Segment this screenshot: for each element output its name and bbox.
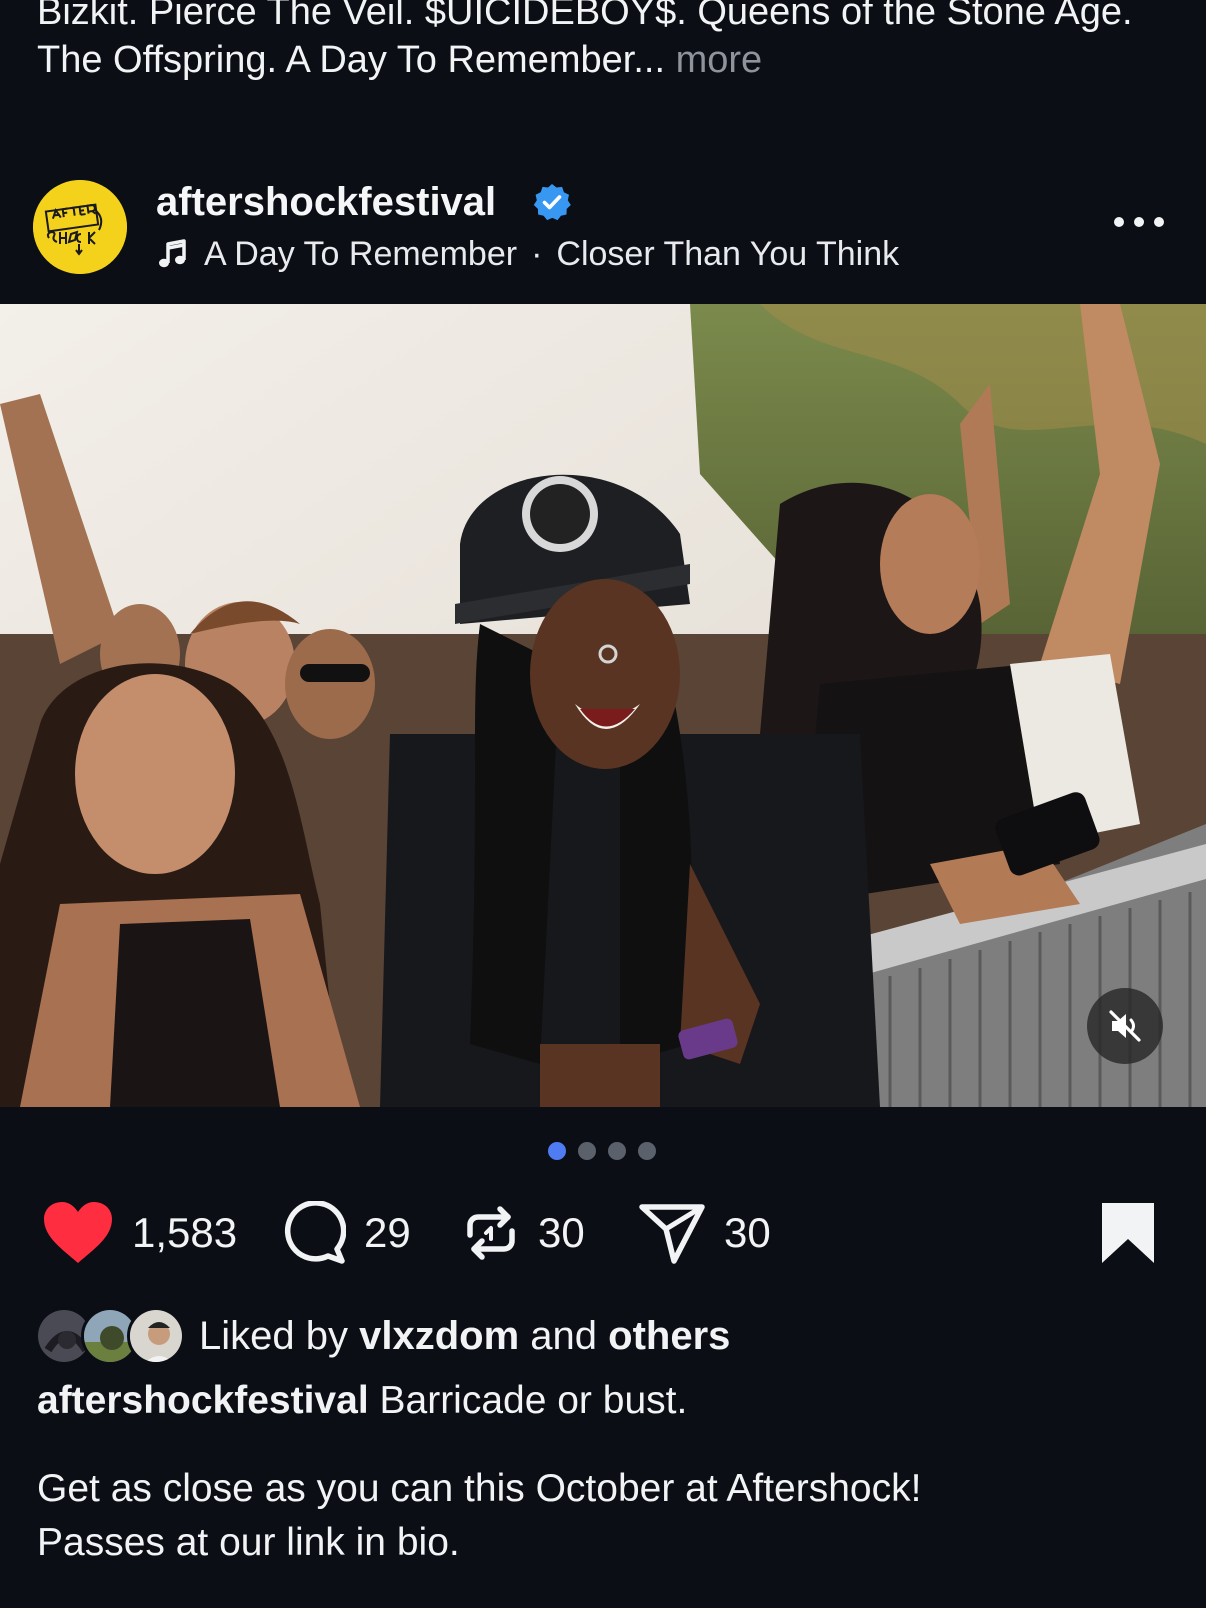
repost-icon [467,1206,515,1260]
post-header: aftershockfestival A Day To Remember · C… [0,170,1206,280]
liker-avatars [35,1305,185,1367]
music-note-icon [156,237,190,271]
more-link[interactable]: more [676,39,763,81]
previous-post-caption[interactable]: Bizkit. Pierce The Veil. $UICIDEBOY$. Qu… [37,0,1167,84]
post-caption: aftershockfestival Barricade or bust. Ge… [37,1374,1177,1570]
crowd-photo-image [0,304,1206,1107]
heart-filled-icon [44,1202,112,1263]
repost-button[interactable]: 30 [462,1195,585,1271]
comment-bubble-icon [284,1201,346,1264]
muted-speaker-icon [1109,1010,1141,1042]
music-separator: · [531,234,543,273]
liked-by-user[interactable]: vlxzdom [359,1314,519,1358]
aftershock-logo-icon [33,180,127,274]
send-paper-plane-icon [639,1204,705,1264]
carousel-dot[interactable] [578,1142,596,1160]
liked-by-text: Liked by vlxzdom and others [199,1314,730,1359]
bookmark-filled-icon[interactable] [1100,1201,1156,1265]
caption-username[interactable]: aftershockfestival [37,1379,369,1422]
carousel-dot[interactable] [638,1142,656,1160]
profile-avatar[interactable] [33,180,127,274]
comment-button[interactable]: 29 [282,1195,411,1271]
more-options-icon[interactable] [1114,212,1164,232]
previous-caption-text: Bizkit. Pierce The Veil. $UICIDEBOY$. Qu… [37,0,1133,81]
avatar [127,1307,185,1365]
carousel-dot-active[interactable] [548,1142,566,1160]
carousel-indicator [548,1141,656,1161]
music-song: Closer Than You Think [556,234,900,273]
feed-page: Bizkit. Pierce The Veil. $UICIDEBOY$. Qu… [0,0,1206,1608]
verified-badge-icon [533,184,571,221]
liked-by-row[interactable]: Liked by vlxzdom and others [35,1305,730,1367]
mute-toggle[interactable] [1087,988,1163,1064]
post-username[interactable]: aftershockfestival [156,178,496,226]
repost-count: 30 [538,1209,585,1256]
like-button[interactable]: 1,583 [42,1195,237,1271]
caption-line-2: Get as close as you can this October at … [37,1467,922,1510]
like-count: 1,583 [132,1209,238,1256]
liked-by-others[interactable]: others [608,1314,730,1358]
caption-first-line: aftershockfestival Barricade or bust. [37,1374,1177,1428]
carousel-dot[interactable] [608,1142,626,1160]
post-photo[interactable] [0,304,1206,1107]
liked-by-prefix: Liked by [199,1313,348,1358]
liked-by-connector: and [530,1313,598,1358]
music-artist: A Day To Remember [204,234,518,273]
action-bar: 1,583 29 30 30 [0,1195,1206,1271]
share-button[interactable]: 30 [638,1195,771,1271]
share-count: 30 [724,1209,771,1256]
comment-count: 29 [364,1209,411,1256]
caption-line-1: Barricade or bust. [379,1379,688,1422]
music-attribution[interactable]: A Day To Remember · Closer Than You Thin… [156,232,899,276]
caption-line-3: Passes at our link in bio. [37,1521,460,1564]
